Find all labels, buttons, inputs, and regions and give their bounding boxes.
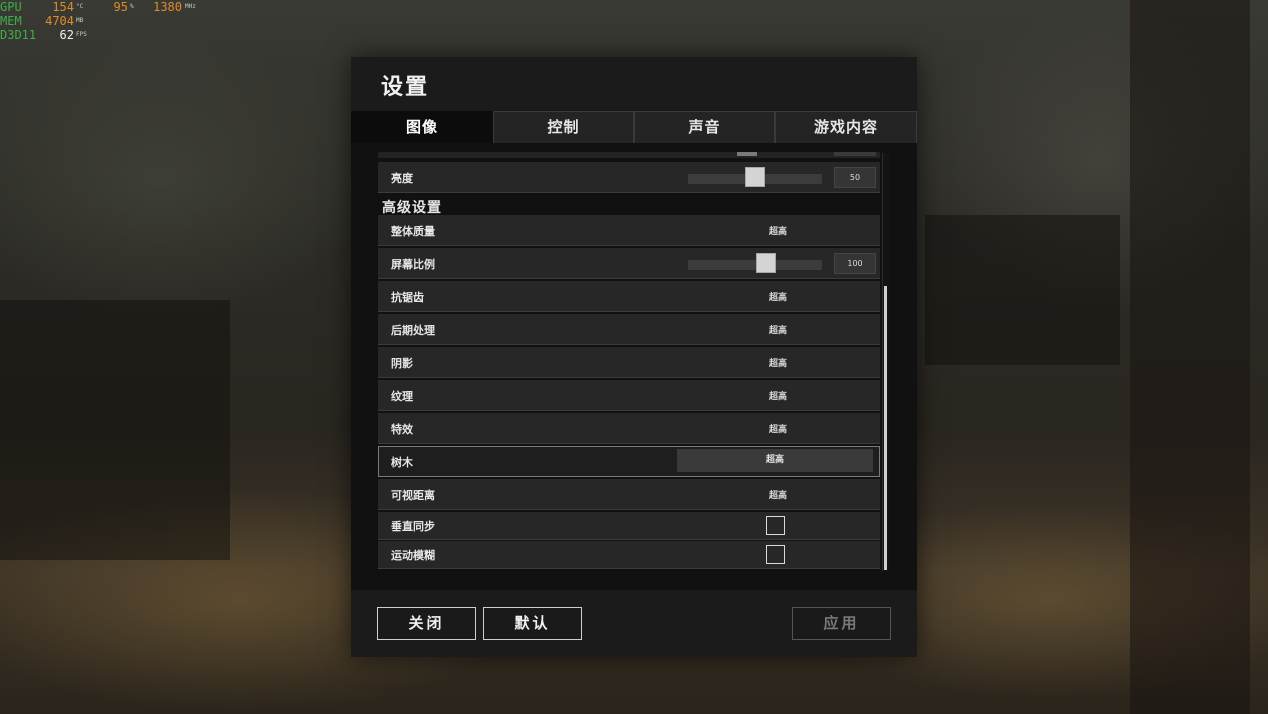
background-structure-left [0,300,230,560]
setting-value[interactable]: 超高 [678,389,878,402]
background-pillar-right [1130,0,1250,714]
setting-label: 屏幕比例 [391,258,435,271]
default-button[interactable]: 默认 [483,607,582,640]
hud-gpu-clock: 1380 [153,0,182,14]
settings-tabs: 图像 控制 声音 游戏内容 [351,111,917,144]
page-title: 设置 [381,75,430,100]
setting-row-view-distance[interactable]: 可视距离 超高 [378,479,880,510]
setting-label: 抗锯齿 [391,291,424,304]
setting-label: 整体质量 [391,225,435,238]
hud-mem-label: MEM [0,14,22,28]
setting-value[interactable]: 超高 [678,422,878,435]
setting-value[interactable]: 超高 [678,488,878,501]
settings-footer: 关闭 默认 应用 [351,590,917,657]
brightness-slider-thumb[interactable] [745,167,765,187]
clipped-row-above [378,152,880,158]
brightness-value-field[interactable]: 50 [834,167,876,188]
tab-gameplay[interactable]: 游戏内容 [775,111,917,143]
hud-gpu-temp-unit: °C [76,3,84,10]
vsync-checkbox[interactable] [766,516,785,535]
settings-header: 设置 [351,57,917,111]
apply-button[interactable]: 应用 [792,607,891,640]
setting-row-motion-blur: 运动模糊 [378,541,880,569]
setting-row-post-processing[interactable]: 后期处理 超高 [378,314,880,345]
screen-scale-slider-thumb[interactable] [756,253,777,273]
setting-row-anti-aliasing[interactable]: 抗锯齿 超高 [378,281,880,312]
tab-audio[interactable]: 声音 [634,111,775,143]
hud-gpu-usage-unit: % [130,3,134,10]
setting-row-brightness: 亮度 50 [378,162,880,193]
foliage-value-selector[interactable]: 超高 [677,449,873,472]
setting-label: 阴影 [391,357,413,370]
hud-fps-value: 62 [59,28,74,42]
hud-mem-value: 4704 [45,14,74,28]
setting-label: 特效 [391,423,413,436]
setting-label: 后期处理 [391,324,435,337]
settings-list: 亮度 50 高级设置 整体质量 超高 屏幕比例 100 抗锯齿 超高 后期处理 … [378,152,880,572]
clipped-number-box [834,152,876,156]
setting-row-vsync: 垂直同步 [378,512,880,540]
setting-label: 垂直同步 [391,520,435,533]
setting-value[interactable]: 超高 [678,323,878,336]
hud-fps-unit: FPS [76,31,87,38]
background-structure-right [925,215,1120,365]
hud-gpu-clock-unit: MHz [185,3,196,10]
setting-label: 可视距离 [391,489,435,502]
screen-scale-slider-track[interactable] [688,260,822,270]
settings-scrollbar-thumb[interactable] [884,286,887,570]
hud-api-label: D3D11 [0,28,37,42]
setting-value[interactable]: 超高 [678,224,878,237]
setting-value[interactable]: 超高 [678,356,878,369]
setting-label: 亮度 [391,172,413,185]
setting-row-foliage[interactable]: 树木 超高 [378,446,880,477]
close-button[interactable]: 关闭 [377,607,476,640]
setting-row-overall-quality[interactable]: 整体质量 超高 [378,215,880,246]
clipped-slider-thumb [737,152,757,156]
setting-row-screen-scale: 屏幕比例 100 [378,248,880,279]
hud-gpu-temp: 154 [52,0,74,14]
motion-blur-checkbox[interactable] [766,545,785,564]
advanced-settings-heading: 高级设置 [382,200,442,216]
setting-label: 纹理 [391,390,413,403]
tab-graphics[interactable]: 图像 [351,111,493,143]
setting-label: 树木 [391,456,413,469]
setting-value[interactable]: 超高 [678,290,878,303]
setting-value: 超高 [765,455,784,465]
hud-mem-unit: MB [76,17,84,24]
settings-panel: 设置 图像 控制 声音 游戏内容 亮度 50 高级设置 整体质量 超高 屏幕比例… [351,57,917,657]
hud-gpu-usage: 95 [113,0,128,14]
setting-row-textures[interactable]: 纹理 超高 [378,380,880,411]
screen-scale-value-field[interactable]: 100 [834,253,876,274]
setting-row-shadows[interactable]: 阴影 超高 [378,347,880,378]
setting-row-effects[interactable]: 特效 超高 [378,413,880,444]
setting-label: 运动模糊 [391,549,435,562]
tab-controls[interactable]: 控制 [493,111,634,143]
hud-gpu-label: GPU [0,0,22,14]
